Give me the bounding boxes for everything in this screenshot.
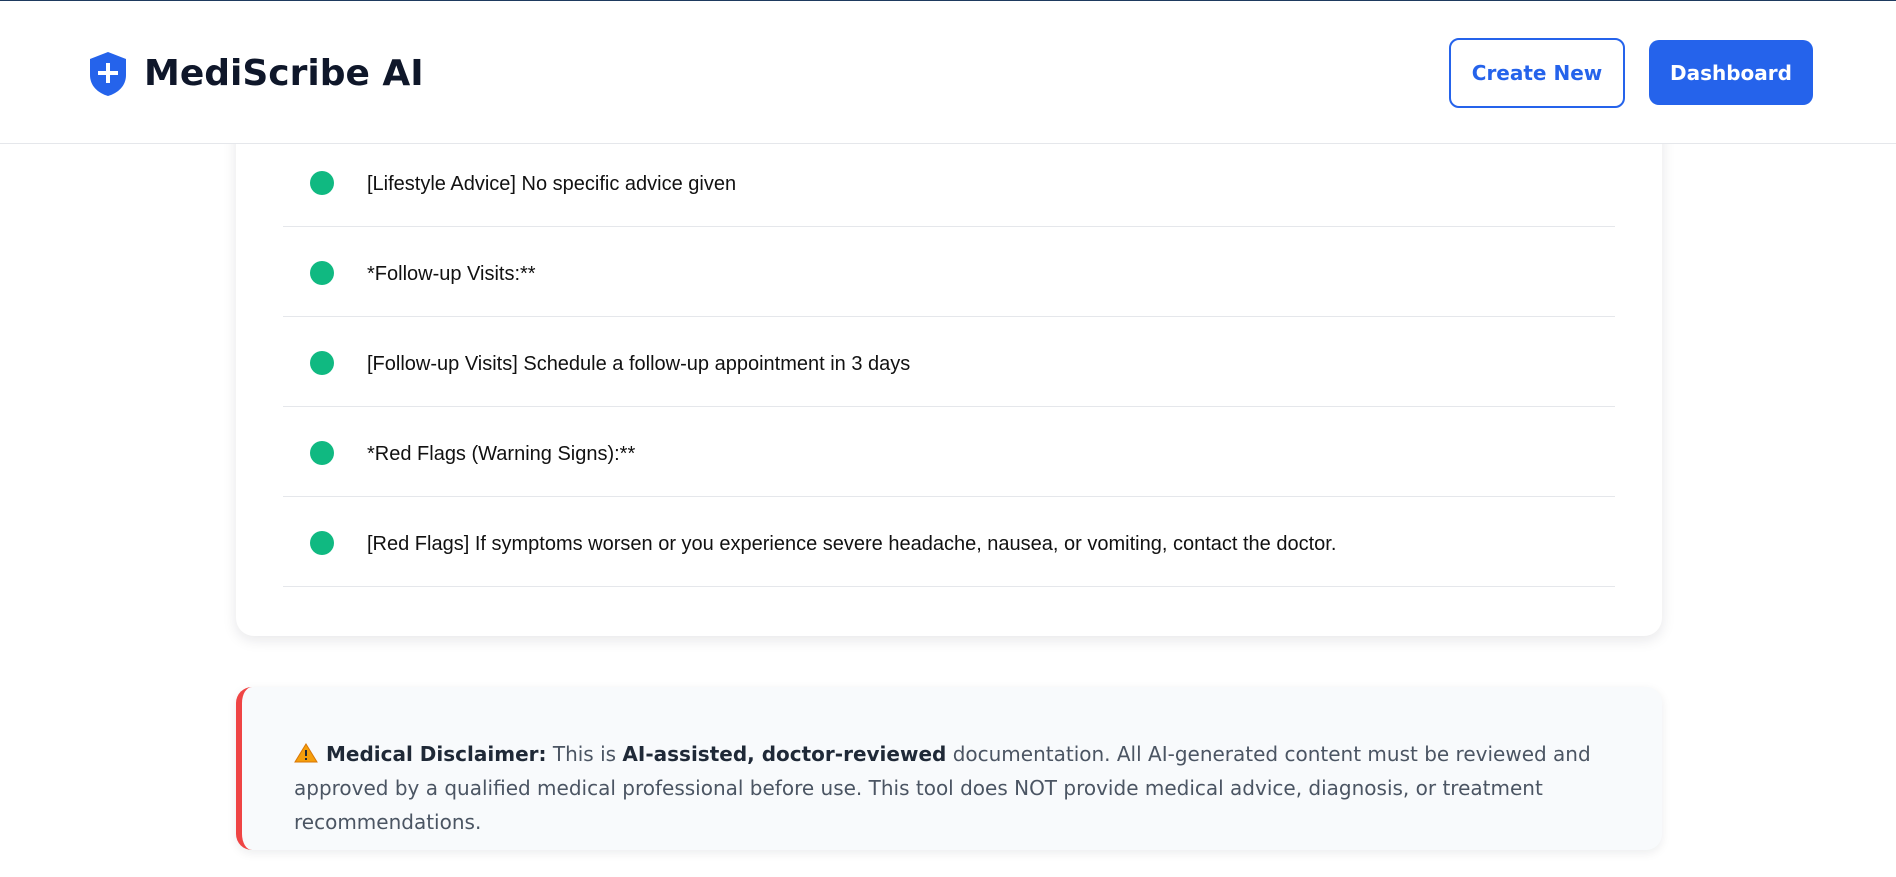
list-item-text: *Red Flags (Warning Signs):**	[367, 443, 636, 465]
warning-icon	[294, 743, 318, 763]
bullet-dot-icon	[310, 171, 334, 195]
list-item: [Red Flags] If symptoms worsen or you ex…	[283, 497, 1615, 587]
bullet-dot-icon	[310, 261, 334, 285]
create-new-button[interactable]: Create New	[1449, 38, 1625, 108]
dashboard-button[interactable]: Dashboard	[1649, 40, 1813, 105]
list-item: *Follow-up Visits:**	[283, 227, 1615, 317]
disclaimer-label: Medical Disclaimer:	[326, 742, 547, 766]
list-item-text: [Follow-up Visits] Schedule a follow-up …	[367, 353, 911, 375]
bullet-dot-icon	[310, 441, 334, 465]
list-item-text: *Follow-up Visits:**	[367, 263, 536, 285]
shield-plus-icon	[90, 52, 126, 96]
brand-name[interactable]: MediScribe AI	[144, 51, 424, 97]
medical-disclaimer: Medical Disclaimer: This is AI-assisted,…	[236, 687, 1662, 850]
list-item-text: [Lifestyle Advice] No specific advice gi…	[367, 173, 737, 195]
app-header: MediScribe AI Create New Dashboard	[0, 1, 1896, 144]
list-item-text: [Red Flags] If symptoms worsen or you ex…	[367, 533, 1337, 555]
disclaimer-text-before: This is	[552, 742, 617, 766]
disclaimer-emphasis: AI-assisted, doctor-reviewed	[622, 742, 947, 766]
bullet-dot-icon	[310, 351, 334, 375]
disclaimer-text: Medical Disclaimer: This is AI-assisted,…	[294, 737, 1634, 839]
plan-list: [Lifestyle Advice] No specific advice gi…	[283, 137, 1615, 587]
bullet-dot-icon	[310, 531, 334, 555]
list-item: [Lifestyle Advice] No specific advice gi…	[283, 137, 1615, 227]
list-item: [Follow-up Visits] Schedule a follow-up …	[283, 317, 1615, 407]
list-item: *Red Flags (Warning Signs):**	[283, 407, 1615, 497]
